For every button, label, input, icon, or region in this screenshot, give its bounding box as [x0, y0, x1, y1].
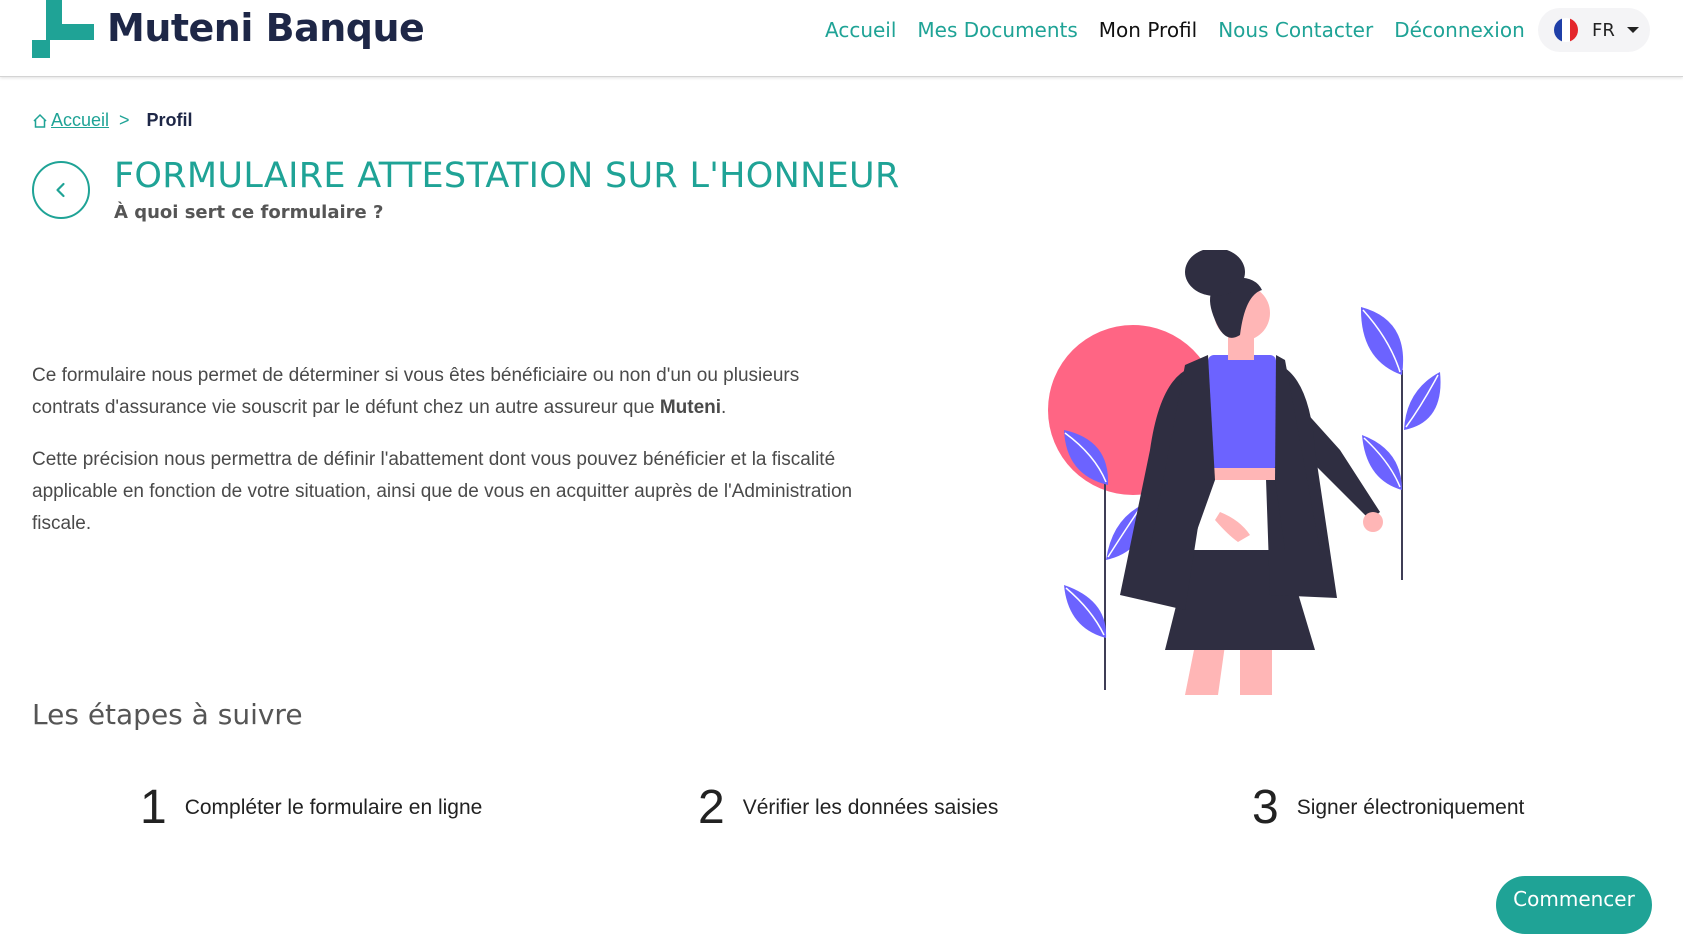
language-code: FR — [1592, 19, 1615, 41]
page-title: FORMULAIRE ATTESTATION SUR L'HONNEUR — [114, 156, 900, 196]
muteni-emphasis: Muteni — [659, 397, 722, 418]
home-icon — [33, 113, 47, 128]
step-2: 2 Vérifier les données saisies — [698, 780, 998, 835]
start-button[interactable]: Commencer — [1496, 876, 1652, 934]
breadcrumb-separator: > — [119, 110, 130, 130]
step-1-number: 1 — [140, 781, 167, 834]
form-description: Ce formulaire nous permet de déterminer … — [32, 360, 862, 560]
description-paragraph-2: Cette précision nous permettra de défini… — [32, 449, 853, 534]
breadcrumb-home-label: Accueil — [51, 110, 110, 130]
step-2-label: Vérifier les données saisies — [742, 795, 999, 819]
nav-mon-profil[interactable]: Mon Profil — [1099, 18, 1197, 42]
top-navbar: Muteni Banque Accueil Mes Documents Mon … — [0, 0, 1683, 77]
nav-deconnexion[interactable]: Déconnexion — [1394, 18, 1525, 42]
breadcrumb-current: Profil — [146, 110, 193, 130]
nav-nous-contacter[interactable]: Nous Contacter — [1218, 18, 1373, 42]
steps-heading: Les étapes à suivre — [32, 698, 303, 731]
breadcrumb: Accueil > Profil — [32, 110, 193, 131]
nav-accueil[interactable]: Accueil — [825, 18, 896, 42]
step-3-label: Signer électroniquement — [1296, 795, 1525, 819]
step-2-number: 2 — [698, 781, 725, 834]
language-selector[interactable]: FR — [1538, 8, 1650, 52]
france-flag-icon — [1554, 18, 1578, 42]
nav-mes-documents[interactable]: Mes Documents — [917, 18, 1077, 42]
step-3-number: 3 — [1252, 781, 1279, 834]
page-subtitle: À quoi sert ce formulaire ? — [114, 202, 384, 223]
step-1: 1 Compléter le formulaire en ligne — [140, 780, 482, 835]
brand-name[interactable]: Muteni Banque — [107, 6, 425, 50]
breadcrumb-home-link[interactable]: Accueil — [32, 110, 109, 131]
caret-down-icon — [1626, 27, 1639, 33]
step-1-label: Compléter le formulaire en ligne — [184, 795, 483, 819]
description-paragraph-1: Ce formulaire nous permet de déterminer … — [32, 360, 862, 424]
woman-illustration — [1048, 250, 1441, 695]
muteni-logo-icon[interactable] — [32, 0, 94, 62]
step-3: 3 Signer électroniquement — [1252, 780, 1524, 835]
paragraph-1-end: . — [721, 397, 727, 418]
back-button[interactable] — [32, 161, 90, 219]
chevron-left-icon — [56, 182, 65, 198]
main-nav: Accueil Mes Documents Mon Profil Nous Co… — [825, 0, 1546, 60]
